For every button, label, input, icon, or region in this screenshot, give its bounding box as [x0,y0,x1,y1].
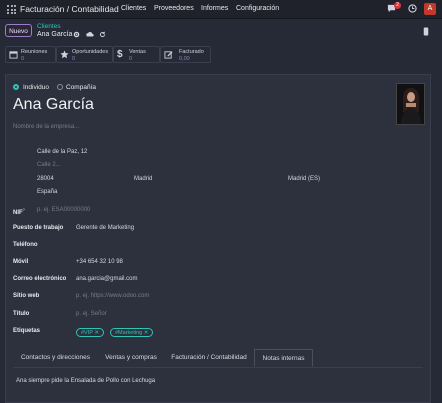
job-position-field[interactable]: Gerente de Marketing [76,225,134,231]
discard-icon[interactable] [99,31,106,40]
smart-button-label: Oportunidades [72,49,109,55]
opportunities-smart-button[interactable]: Oportunidades 0 [56,46,113,63]
tag-vip[interactable]: #VIP ✕ [76,328,104,337]
apps-grid-icon[interactable] [7,5,16,14]
smart-button-value: 0 [72,56,76,62]
chat-badge: 2 [394,2,401,9]
top-navbar: Facturación / Contabilidad Clientes Prov… [0,0,442,19]
edit-icon [164,50,173,61]
clock-icon[interactable] [408,4,417,15]
tab-accounting[interactable]: Facturación / Contabilidad [164,349,254,367]
country-field[interactable]: España [37,189,57,195]
sales-smart-button[interactable]: $ Ventas 0 [113,46,160,63]
smart-button-label: Ventas [129,49,146,55]
nif-field[interactable]: p. ej. ESA00000000 [37,207,90,213]
tab-sales-purchase[interactable]: Ventas y compras [98,349,164,367]
radio-individual[interactable] [13,84,19,90]
radio-company[interactable] [57,84,63,90]
close-icon[interactable]: ✕ [94,330,99,336]
tab-internal-notes[interactable]: Notas internas [254,349,313,367]
city-field[interactable]: Madrid [134,176,152,182]
radio-individual-label[interactable]: Individuo [23,84,49,91]
menu-configuracion[interactable]: Configuración [236,5,279,12]
partner-name-field[interactable]: Ana García [13,96,94,114]
phone-field[interactable] [76,242,226,250]
street2-field[interactable]: Calle 2... [37,162,61,168]
cloud-save-icon[interactable] [86,31,94,40]
close-icon[interactable]: ✕ [144,330,149,336]
gear-icon[interactable] [73,31,80,40]
invoiced-smart-button[interactable]: Facturado 0,00 [160,46,211,63]
radio-company-label[interactable]: Compañía [66,84,96,91]
star-icon [60,50,69,61]
nif-label: NIF? [13,207,25,216]
app-title[interactable]: Facturación / Contabilidad [20,4,119,14]
smart-button-label: Facturado [179,49,204,55]
mobile-field[interactable]: +34 654 32 10 98 [76,259,123,265]
dollar-icon: $ [117,49,123,60]
smart-button-label: Reuniones [21,49,48,55]
title-label: Título [13,311,30,317]
tags-label: Etiquetas [13,328,41,334]
state-field[interactable]: Madrid (ES) [288,176,320,182]
smart-button-value: 0 [21,56,25,62]
calendar-icon [9,50,18,61]
menu-proveedores[interactable]: Proveedores [154,5,194,12]
title-field[interactable]: p. ej. Señor [76,311,107,317]
partner-photo[interactable] [396,83,425,125]
website-field[interactable]: p. ej. https://www.odoo.com [76,293,149,299]
job-position-label: Puesto de trabajo [13,225,64,231]
new-button[interactable]: Nuevo [5,24,32,37]
smart-button-value: 0,00 [179,56,190,62]
company-name-field[interactable]: Nombre de la empresa... [13,124,79,130]
tag-marketing[interactable]: #Marketing ✕ [110,328,154,337]
breadcrumb-current: Ana García [37,31,73,38]
email-field[interactable]: ana.garcia@gmail.com [76,276,137,282]
mobile-label: Móvil [13,259,29,265]
zip-field[interactable]: 28004 [37,176,54,182]
mobile-icon[interactable] [423,27,429,38]
meetings-smart-button[interactable]: Reuniones 0 [5,46,56,63]
menu-clientes[interactable]: Clientes [121,5,146,12]
menu-informes[interactable]: Informes [201,5,228,12]
internal-note-field[interactable]: Ana siempre pide la Ensalada de Pollo co… [16,378,155,384]
email-label: Correo electrónico [13,276,67,282]
smart-button-value: 0 [129,56,133,62]
tab-contacts[interactable]: Contactos y direcciones [13,349,98,367]
website-label: Sitio web [13,293,40,299]
user-avatar[interactable]: A [424,3,436,15]
breadcrumb-parent[interactable]: Clientes [37,23,60,30]
street-field[interactable]: Calle de la Paz, 12 [37,149,87,155]
phone-label: Teléfono [13,242,38,248]
